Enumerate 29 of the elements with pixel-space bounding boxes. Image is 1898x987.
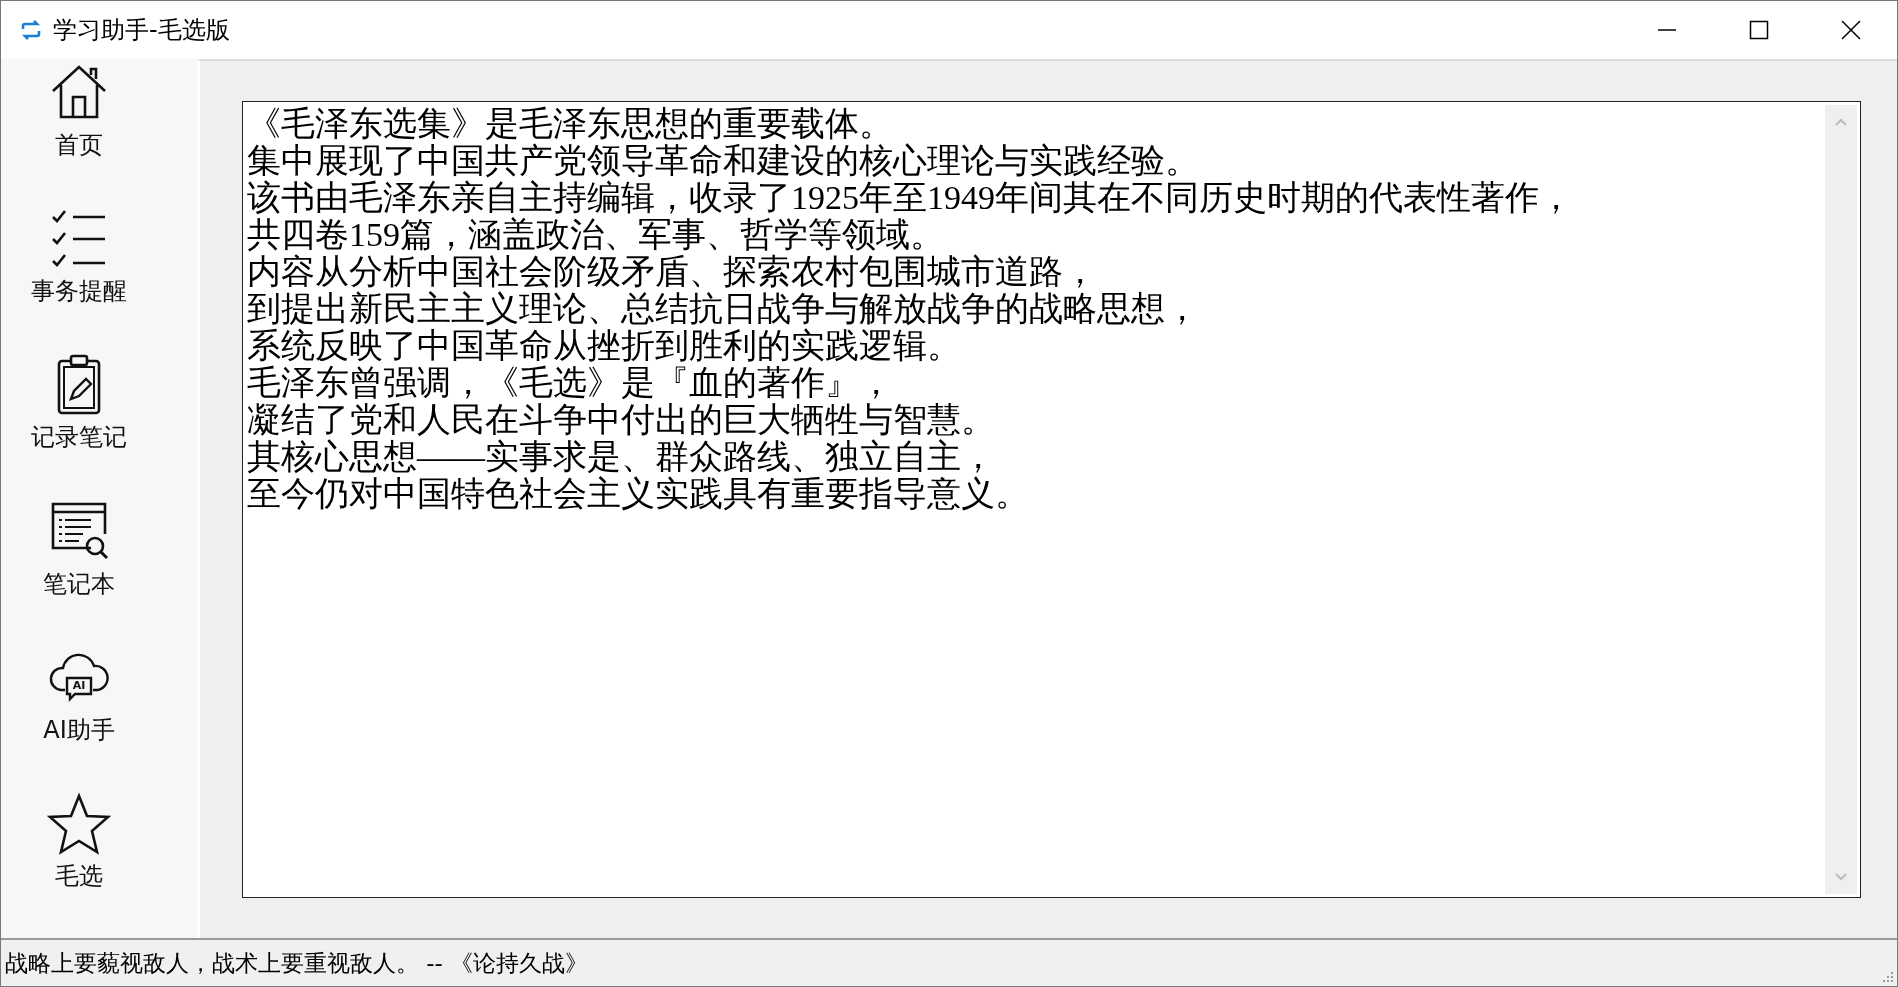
sidebar-item[interactable]: AI AI助手 (1, 645, 157, 792)
sidebar-item[interactable]: 事务提醒 (1, 207, 157, 354)
text-line: 共四卷159篇，涵盖政治、军事、哲学等领域。 (247, 216, 945, 253)
sidebar-item[interactable]: 毛选 (1, 791, 157, 939)
close-icon (1841, 20, 1861, 40)
maximize-icon (1749, 20, 1769, 40)
scrollbar[interactable] (1825, 105, 1857, 894)
text-line: 集中展现了中国共产党领导革命和建设的核心理论与实践经验。 (247, 142, 1200, 179)
scroll-up-icon[interactable] (1834, 117, 1848, 127)
text-editor[interactable] (242, 101, 1861, 898)
star-icon (47, 791, 111, 856)
status-text: 战略上要藐视敌人，战术上要重视敌人。 -- 《论持久战》 (5, 948, 589, 978)
minimize-icon (1657, 29, 1677, 31)
sidebar-item[interactable]: 记录笔记 (1, 353, 157, 500)
text-line: 凝结了党和人民在斗争中付出的巨大牺牲与智慧。 (247, 401, 996, 438)
sidebar-item[interactable]: 首页 (1, 61, 157, 208)
scroll-down-icon[interactable] (1834, 872, 1848, 882)
text-line: 至今仍对中国特色社会主义实践具有重要指导意义。 (247, 475, 1030, 512)
sidebar-item[interactable]: 笔记本 (1, 499, 157, 646)
text-line: 内容从分析中国社会阶级矛盾、探索农村包围城市道路， (247, 253, 1098, 290)
text-line: 其核心思想——实事求是、群众路线、独立自主， (247, 438, 996, 475)
text-line: 该书由毛泽东亲自主持编辑，收录了1925年至1949年间其在不同历史时期的代表性著作， (247, 179, 1574, 216)
sync-arrows-icon (19, 18, 43, 42)
resize-grip-icon[interactable] (1881, 970, 1895, 984)
text-line: 系统反映了中国革命从挫折到胜利的实践逻辑。 (247, 327, 962, 364)
text-line: 《毛泽东选集》是毛泽东思想的重要载体。 (247, 105, 894, 142)
text-line: 毛泽东曾强调，《毛选》是『血的著作』， (247, 364, 894, 401)
text-line: 到提出新民主主义理论、总结抗日战争与解放战争的战略思想， (247, 290, 1200, 327)
window-title: 学习助手-毛选版 (53, 15, 230, 46)
